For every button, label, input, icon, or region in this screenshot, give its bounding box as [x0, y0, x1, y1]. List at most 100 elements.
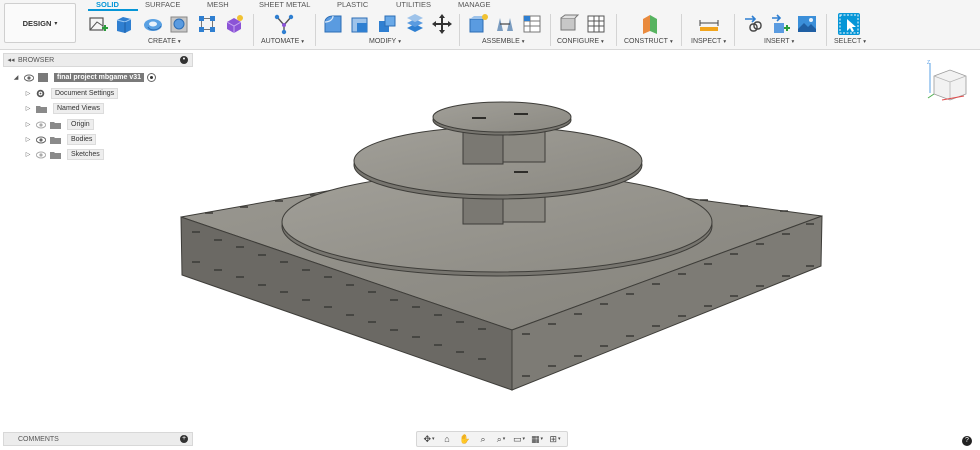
extrude-icon	[116, 17, 132, 33]
svg-text:Z: Z	[927, 60, 930, 66]
chevron-down-icon: ▾	[558, 436, 561, 442]
assemble-group-label[interactable]: ASSEMBLE ▾	[482, 38, 525, 45]
form-button[interactable]	[223, 13, 245, 35]
configure-group-label[interactable]: CONFIGURE ▾	[557, 38, 604, 45]
toolbar-divider	[253, 14, 254, 46]
chevron-down-icon: ▾	[502, 436, 506, 442]
orbit-icon: ✥	[423, 433, 432, 444]
revolve-icon	[144, 19, 162, 31]
active-tab-indicator	[88, 9, 138, 11]
insert-mesh-button[interactable]	[769, 13, 791, 35]
insert-derive-button[interactable]	[742, 13, 764, 35]
configuration-table-button[interactable]	[585, 13, 607, 35]
measure-button[interactable]	[698, 13, 720, 35]
chevron-down-icon: ▾	[432, 436, 435, 442]
select-button[interactable]	[838, 13, 860, 35]
viewports-icon: ⊞	[549, 433, 558, 444]
combine-button[interactable]	[376, 13, 398, 35]
orbit-button[interactable]: ✥ ▾	[421, 433, 437, 445]
move-button[interactable]	[431, 13, 453, 35]
modify-group-label[interactable]: MODIFY ▾	[369, 38, 401, 45]
new-component-button[interactable]	[467, 13, 489, 35]
comments-panel-header[interactable]: COMMENTS +	[3, 432, 193, 446]
offset-face-icon	[407, 14, 423, 32]
offset-face-button[interactable]	[404, 13, 426, 35]
configuration-table-icon	[587, 15, 605, 33]
fit-button[interactable]: ⌕ ▾	[493, 433, 509, 445]
insert-mesh-icon	[772, 14, 790, 33]
configure-button[interactable]	[558, 13, 580, 35]
insert-image-button[interactable]	[796, 13, 818, 35]
automate-button[interactable]	[273, 13, 295, 35]
hand-icon: ✋	[459, 433, 471, 444]
3d-viewport[interactable]	[0, 50, 980, 430]
inspect-group-label[interactable]: INSPECT ▾	[691, 38, 726, 45]
tab-utilities[interactable]: UTILITIES	[396, 0, 431, 9]
configure-icon	[560, 14, 580, 31]
zoom-window-icon: ⌕	[496, 433, 502, 444]
look-at-icon: ⌂	[444, 434, 450, 444]
toolbar-divider	[459, 14, 460, 46]
chevron-down-icon: ▾	[540, 436, 544, 442]
cursor-icon	[839, 14, 859, 34]
tab-manage[interactable]: MANAGE	[458, 0, 491, 9]
tab-surface[interactable]: SURFACE	[145, 0, 180, 9]
zoom-icon: ⌕	[480, 433, 486, 444]
pattern-button[interactable]	[196, 13, 218, 35]
view-cube-icon: Z	[927, 60, 967, 101]
hole-icon	[170, 16, 188, 33]
help-icon[interactable]: ?	[962, 436, 972, 446]
pan-button[interactable]: ✋	[457, 433, 473, 445]
grid-settings-button[interactable]: ▦ ▾	[529, 433, 545, 445]
display-settings-button[interactable]: ▭ ▾	[511, 433, 527, 445]
add-comment-icon[interactable]: +	[180, 435, 188, 443]
toolbar-divider	[734, 14, 735, 46]
pattern-icon	[199, 16, 215, 32]
press-pull-button[interactable]	[322, 13, 344, 35]
bill-of-materials-button[interactable]	[521, 13, 543, 35]
tab-sheet-metal[interactable]: SHEET METAL	[259, 0, 310, 9]
toolbar-divider	[315, 14, 316, 46]
automate-group-label[interactable]: AUTOMATE ▾	[261, 38, 304, 45]
workspace-switcher-button[interactable]: DESIGN ▾	[4, 3, 76, 43]
automate-icon	[274, 14, 294, 35]
construct-plane-button[interactable]	[639, 13, 661, 35]
new-component-icon	[469, 14, 488, 33]
toolbar: DESIGN ▾ SOLID SURFACE MESH SHEET METAL …	[0, 0, 980, 50]
tab-mesh[interactable]: MESH	[207, 0, 229, 9]
toolbar-divider	[550, 14, 551, 46]
form-icon	[226, 15, 243, 33]
insert-derive-icon	[745, 15, 762, 32]
create-group-label[interactable]: CREATE ▾	[148, 38, 181, 45]
toolbar-divider	[826, 14, 827, 46]
create-sketch-icon	[89, 17, 108, 31]
joint-icon	[497, 18, 513, 31]
look-at-button[interactable]: ⌂	[439, 433, 455, 445]
view-cube[interactable]: Z	[920, 58, 972, 110]
select-group-label[interactable]: SELECT ▾	[834, 38, 866, 45]
image-icon	[798, 16, 816, 32]
measure-icon	[699, 20, 719, 31]
viewports-button[interactable]: ⊞ ▾	[547, 433, 563, 445]
insert-group-label[interactable]: INSERT ▾	[764, 38, 794, 45]
combine-icon	[379, 15, 396, 32]
display-icon: ▭	[512, 433, 522, 444]
zoom-button[interactable]: ⌕	[475, 433, 491, 445]
joint-button[interactable]	[494, 13, 516, 35]
hole-button[interactable]	[168, 13, 190, 35]
table-icon	[523, 15, 541, 33]
revolve-button[interactable]	[142, 13, 164, 35]
tab-plastic[interactable]: PLASTIC	[337, 0, 368, 9]
toolbar-divider	[681, 14, 682, 46]
fillet-button[interactable]	[349, 13, 371, 35]
model-render	[180, 101, 823, 391]
create-sketch-button[interactable]	[87, 13, 109, 35]
grid-icon: ▦	[530, 433, 540, 444]
tab-solid[interactable]: SOLID	[96, 0, 119, 9]
move-icon	[432, 14, 452, 34]
construct-group-label[interactable]: CONSTRUCT ▾	[624, 38, 673, 45]
press-pull-icon	[324, 15, 342, 33]
toolbar-divider	[616, 14, 617, 46]
chevron-down-icon: ▾	[522, 436, 526, 442]
extrude-button[interactable]	[113, 13, 135, 35]
